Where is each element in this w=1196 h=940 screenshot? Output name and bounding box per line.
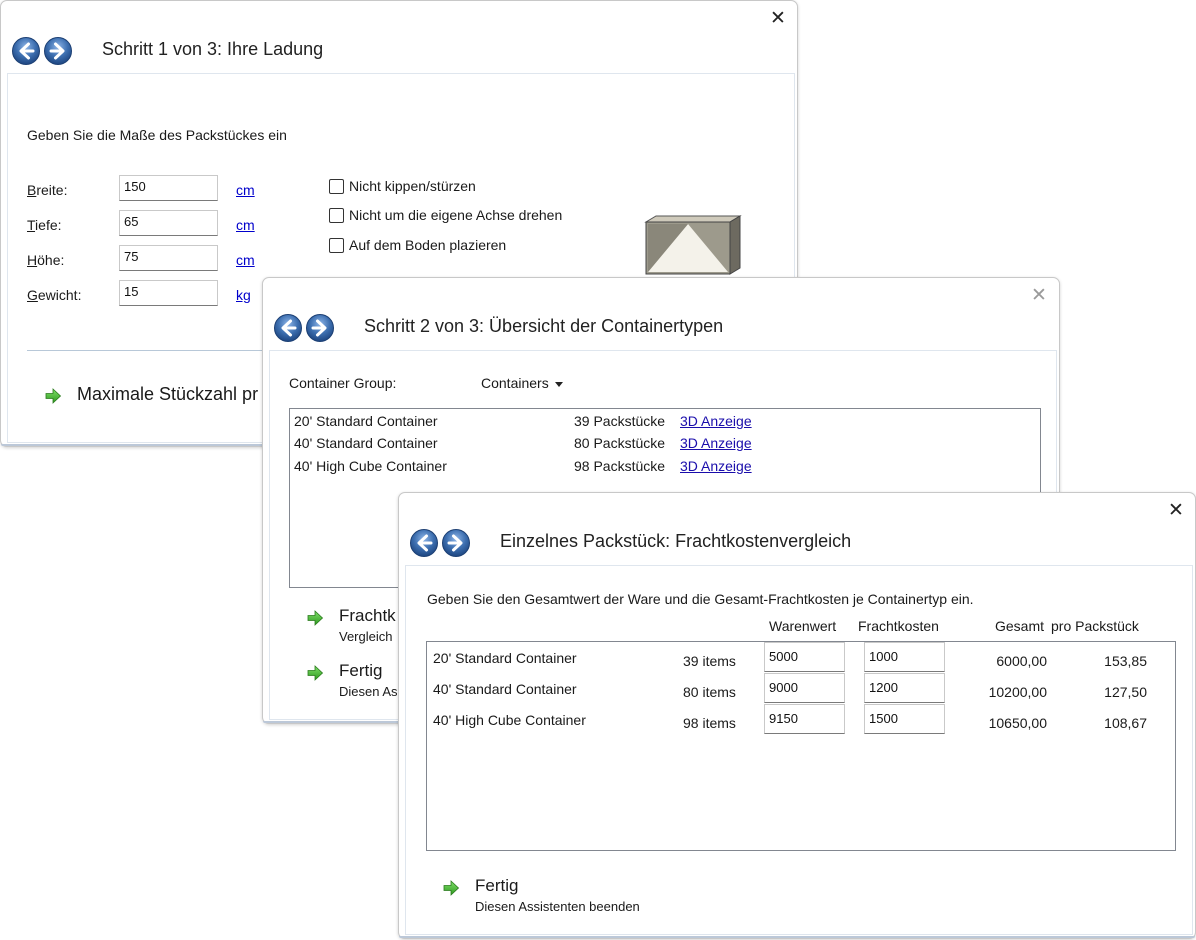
forward-arrow-icon[interactable] (43, 36, 73, 66)
gewicht-input[interactable]: 15 (119, 280, 218, 306)
list-item-count: 98 Packstücke (574, 458, 666, 474)
unit-cm-tiefe[interactable]: cm (236, 217, 255, 233)
cost-table: 20' Standard Container 39 items 5000 100… (426, 641, 1176, 851)
close-icon[interactable]: ✕ (1031, 286, 1047, 305)
warenwert-input[interactable]: 9150 (764, 704, 845, 734)
nav-buttons (273, 313, 335, 343)
header-warenwert: Warenwert (769, 618, 837, 634)
row-items: 80 items (683, 684, 736, 700)
breite-input[interactable]: 150 (119, 175, 218, 201)
box-3d-icon (644, 215, 742, 275)
link-3d-anzeige[interactable]: 3D Anzeige (680, 458, 752, 474)
row-pro-packstueck: 153,85 (1104, 653, 1147, 669)
checkbox-box[interactable] (329, 178, 344, 194)
instruction-text: Geben Sie die Maße des Packstückes ein (27, 127, 287, 143)
window-bottom-border (399, 936, 1195, 938)
forward-arrow-icon[interactable] (305, 313, 335, 343)
checkbox-nicht-kippen[interactable]: Nicht kippen/stürzen (329, 178, 476, 194)
header-frachtkosten: Frachtkosten (858, 618, 939, 634)
action-fertig-title[interactable]: Fertig (339, 661, 382, 681)
label-tiefe: Tiefe: (27, 217, 62, 233)
header-pro-packstueck: pro Packstück (1051, 618, 1139, 634)
unit-cm-breite[interactable]: cm (236, 182, 255, 198)
list-item-count: 39 Packstücke (574, 413, 666, 429)
action-fertig-sub: Diesen As (339, 684, 398, 699)
checkbox-box[interactable] (329, 207, 344, 223)
green-arrow-icon[interactable] (306, 609, 324, 627)
frachtkosten-input[interactable]: 1200 (864, 673, 945, 703)
window-frachtkostenvergleich: ✕ Einzelnes Packstück: Frachtkostenvergl… (398, 492, 1196, 939)
back-arrow-icon[interactable] (409, 528, 439, 558)
action-frachtkosten-sub: Vergleich (339, 629, 393, 644)
close-icon[interactable]: ✕ (770, 9, 786, 28)
checkbox-label: Auf dem Boden plazieren (349, 237, 507, 253)
row-gesamt: 6000,00 (996, 653, 1047, 669)
window-title: Schritt 2 von 3: Übersicht der Container… (364, 316, 724, 336)
row-container-name: 40' Standard Container (433, 681, 577, 697)
checkbox-nicht-drehen[interactable]: Nicht um die eigene Achse drehen (329, 207, 562, 223)
green-arrow-icon[interactable] (44, 387, 62, 405)
checkbox-boden[interactable]: Auf dem Boden plazieren (329, 237, 506, 253)
close-icon[interactable]: ✕ (1168, 501, 1184, 520)
action-fertig-title[interactable]: Fertig (475, 876, 518, 896)
chevron-down-icon[interactable] (554, 381, 563, 387)
list-item-name[interactable]: 20' Standard Container (294, 413, 438, 429)
row-container-name: 40' High Cube Container (433, 712, 586, 728)
row-container-name: 20' Standard Container (433, 650, 577, 666)
label-hoehe: Höhe: (27, 252, 65, 268)
warenwert-input[interactable]: 9000 (764, 673, 845, 703)
list-item-count: 80 Packstücke (574, 435, 666, 451)
window-title: Einzelnes Packstück: Frachtkostenverglei… (500, 531, 852, 551)
unit-kg-gewicht[interactable]: kg (236, 287, 251, 303)
instruction-text: Geben Sie den Gesamtwert der Ware und di… (427, 591, 974, 607)
action-max-stueckzahl[interactable]: Maximale Stückzahl pr (77, 384, 258, 405)
frachtkosten-input[interactable]: 1500 (864, 704, 945, 734)
checkbox-box[interactable] (329, 237, 344, 253)
green-arrow-icon[interactable] (306, 664, 324, 682)
container-group-dropdown[interactable]: Containers (481, 375, 563, 391)
label-breite: Breite: (27, 182, 68, 198)
row-items: 39 items (683, 653, 736, 669)
unit-cm-hoehe[interactable]: cm (236, 252, 255, 268)
hoehe-input[interactable]: 75 (119, 245, 218, 271)
label-gewicht: Gewicht: (27, 287, 82, 303)
row-items: 98 items (683, 715, 736, 731)
back-arrow-icon[interactable] (273, 313, 303, 343)
content-panel: Geben Sie den Gesamtwert der Ware und di… (405, 565, 1193, 935)
dropdown-value: Containers (481, 375, 549, 391)
checkbox-label: Nicht kippen/stürzen (349, 178, 476, 194)
frachtkosten-input[interactable]: 1000 (864, 642, 945, 672)
link-3d-anzeige[interactable]: 3D Anzeige (680, 435, 752, 451)
nav-buttons (409, 528, 471, 558)
row-gesamt: 10650,00 (988, 715, 1047, 731)
row-gesamt: 10200,00 (988, 684, 1047, 700)
action-frachtkosten-title[interactable]: Frachtk (339, 606, 396, 626)
warenwert-input[interactable]: 5000 (764, 642, 845, 672)
checkbox-label: Nicht um die eigene Achse drehen (349, 207, 563, 223)
action-fertig-sub: Diesen Assistenten beenden (475, 899, 640, 914)
row-pro-packstueck: 108,67 (1104, 715, 1147, 731)
tiefe-input[interactable]: 65 (119, 210, 218, 236)
list-item-name[interactable]: 40' Standard Container (294, 435, 438, 451)
list-item-name[interactable]: 40' High Cube Container (294, 458, 447, 474)
nav-buttons (11, 36, 73, 66)
link-3d-anzeige[interactable]: 3D Anzeige (680, 413, 752, 429)
green-arrow-icon[interactable] (442, 879, 460, 897)
back-arrow-icon[interactable] (11, 36, 41, 66)
container-group-label: Container Group: (289, 375, 397, 391)
row-pro-packstueck: 127,50 (1104, 684, 1147, 700)
header-gesamt: Gesamt (995, 618, 1045, 634)
window-title: Schritt 1 von 3: Ihre Ladung (102, 39, 324, 59)
forward-arrow-icon[interactable] (441, 528, 471, 558)
